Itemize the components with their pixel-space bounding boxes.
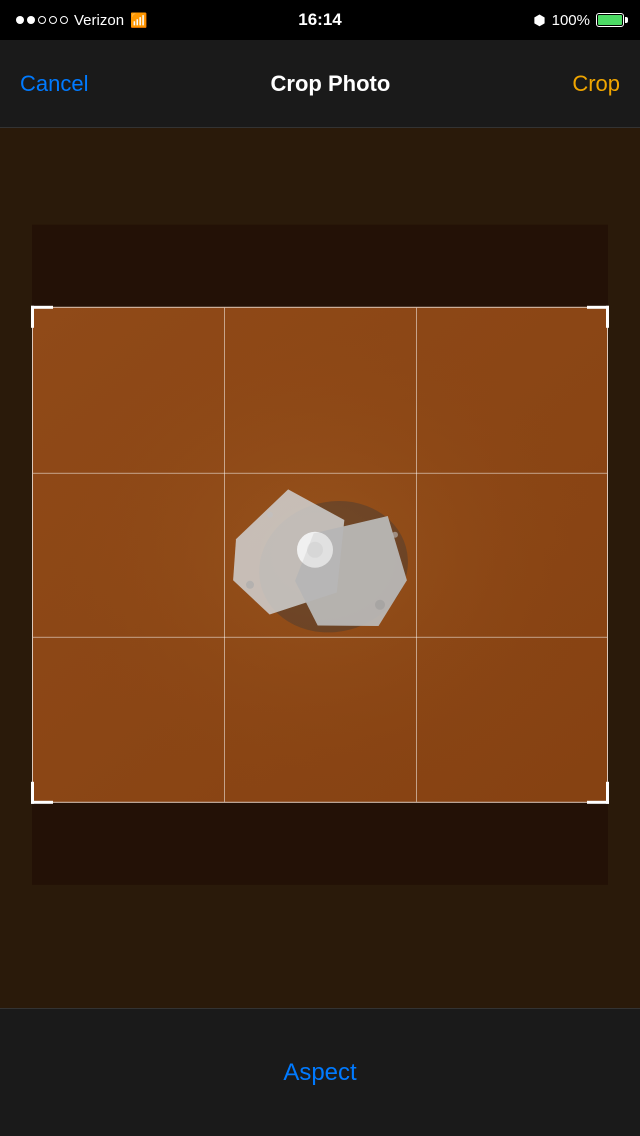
crop-corner-bottom-right[interactable] — [587, 782, 609, 804]
status-left: Verizon 📶 — [16, 12, 147, 29]
navigation-bar: Cancel Crop Photo Crop — [0, 40, 640, 128]
signal-icon — [16, 16, 68, 24]
crop-container[interactable] — [32, 225, 608, 885]
dim-overlay-top — [32, 225, 608, 307]
status-right: ⬢ 100% — [533, 12, 624, 29]
signal-dot-4 — [49, 16, 57, 24]
wifi-icon: 📶 — [130, 12, 147, 29]
battery-percent: 100% — [552, 12, 590, 29]
dim-overlay-bottom — [32, 803, 608, 885]
bluetooth-icon: ⬢ — [533, 12, 545, 29]
signal-dot-3 — [38, 16, 46, 24]
page-title: Crop Photo — [271, 71, 391, 97]
crop-corner-top-right[interactable] — [587, 306, 609, 328]
battery-fill — [598, 15, 622, 25]
grid-line-h2 — [33, 637, 607, 638]
signal-dot-2 — [27, 16, 35, 24]
grid-line-v1 — [224, 308, 225, 802]
signal-dot-1 — [16, 16, 24, 24]
crop-corner-bottom-left[interactable] — [31, 782, 53, 804]
status-bar: Verizon 📶 16:14 ⬢ 100% — [0, 0, 640, 40]
battery-icon — [596, 13, 624, 27]
crop-overlay[interactable] — [32, 307, 608, 803]
aspect-button[interactable]: Aspect — [283, 1059, 356, 1087]
bottom-toolbar: Aspect — [0, 1008, 640, 1136]
crop-corner-top-left[interactable] — [31, 306, 53, 328]
cancel-button[interactable]: Cancel — [20, 71, 88, 97]
carrier-label: Verizon — [74, 12, 124, 29]
signal-dot-5 — [60, 16, 68, 24]
photo-area — [0, 128, 640, 1008]
crop-button[interactable]: Crop — [572, 71, 620, 97]
grid-line-h1 — [33, 472, 607, 473]
status-time: 16:14 — [298, 10, 341, 30]
grid-line-v2 — [416, 308, 417, 802]
